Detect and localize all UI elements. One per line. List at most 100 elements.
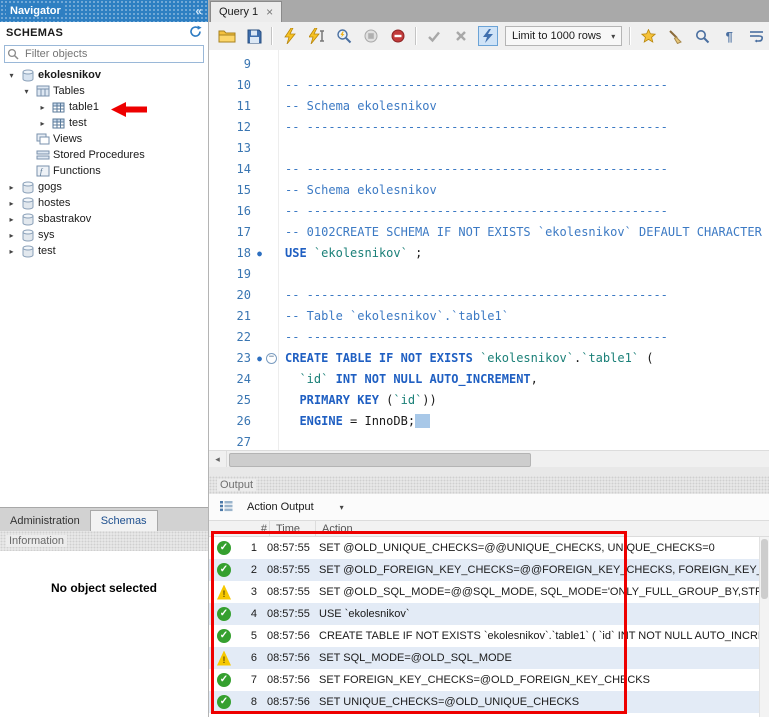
rollback-icon[interactable]	[451, 26, 471, 46]
tree-item-stored-procedures[interactable]: Stored Procedures	[0, 147, 208, 163]
expander-expanded-icon[interactable]: ▾	[6, 71, 17, 80]
output-row[interactable]: !608:57:56SET SQL_MODE=@OLD_SQL_MODE	[209, 647, 769, 669]
commit-icon[interactable]	[424, 26, 444, 46]
expander-collapsed-icon[interactable]: ▸	[37, 103, 48, 112]
fold-collapse-icon[interactable]: −	[266, 353, 277, 364]
index-column-header[interactable]: #	[243, 523, 269, 535]
tree-item-schema-test[interactable]: ▸ test	[0, 243, 208, 259]
expander-collapsed-icon[interactable]: ▸	[6, 183, 17, 192]
execute-current-statement-icon[interactable]	[307, 26, 327, 46]
code-line[interactable]	[285, 138, 769, 159]
tree-item-schema-sys[interactable]: ▸ sys	[0, 227, 208, 243]
code-line[interactable]: -- -------------------------------------…	[285, 285, 769, 306]
row-index: 2	[235, 564, 257, 576]
find-icon[interactable]	[692, 26, 712, 46]
show-invisibles-icon[interactable]: ¶	[719, 26, 739, 46]
code-line[interactable]: -- -------------------------------------…	[285, 75, 769, 96]
code-line[interactable]: -- -------------------------------------…	[285, 201, 769, 222]
code-line[interactable]: USE `ekolesnikov` ;	[285, 243, 769, 264]
row-time: 08:57:55	[267, 542, 313, 554]
code-line[interactable]: ENGINE = InnoDB;	[285, 411, 769, 432]
sql-editor[interactable]: 9101112131415161718●1920212223●−24252627…	[209, 50, 769, 450]
tree-item-schema-hostes[interactable]: ▸ hostes	[0, 195, 208, 211]
output-row[interactable]: ✓208:57:55SET @OLD_FOREIGN_KEY_CHECKS=@@…	[209, 559, 769, 581]
tree-item-views[interactable]: Views	[0, 131, 208, 147]
wrap-text-icon[interactable]	[746, 26, 766, 46]
row-index: 7	[235, 674, 257, 686]
query-editor-area: Query 1 × Limit to 1000 rows ▾	[209, 0, 769, 717]
gutter-line: 25	[209, 390, 278, 411]
code-line[interactable]: -- Schema ekolesnikov	[285, 180, 769, 201]
gutter-line: 15	[209, 180, 278, 201]
tree-item-tables[interactable]: ▾ Tables	[0, 83, 208, 99]
output-row[interactable]: ✓108:57:55SET @OLD_UNIQUE_CHECKS=@@UNIQU…	[209, 537, 769, 559]
tab-schemas[interactable]: Schemas	[90, 510, 158, 532]
code-line[interactable]: -- -------------------------------------…	[285, 327, 769, 348]
expander-collapsed-icon[interactable]: ▸	[6, 231, 17, 240]
output-row[interactable]: ✓708:57:56SET FOREIGN_KEY_CHECKS=@OLD_FO…	[209, 669, 769, 691]
tab-administration[interactable]: Administration	[0, 511, 90, 532]
tree-item-table-test[interactable]: ▸ test	[0, 115, 208, 131]
tree-item-schema-sbastrakov[interactable]: ▸ sbastrakov	[0, 211, 208, 227]
expander-collapsed-icon[interactable]: ▸	[6, 199, 17, 208]
code-line[interactable]: -- 0102CREATE SCHEMA IF NOT EXISTS `ekol…	[285, 222, 769, 243]
autocommit-toggle-icon[interactable]	[478, 26, 498, 46]
filter-objects-input[interactable]	[4, 45, 204, 63]
stop-on-error-toggle-icon[interactable]	[388, 26, 408, 46]
save-script-icon[interactable]	[244, 26, 264, 46]
code-line[interactable]: -- Table `ekolesnikov`.`table1`	[285, 306, 769, 327]
chevron-down-icon: ▾	[340, 503, 344, 512]
code-line[interactable]: `id` INT NOT NULL AUTO_INCREMENT,	[285, 369, 769, 390]
tab-query1[interactable]: Query 1 ×	[210, 1, 282, 22]
open-script-icon[interactable]	[217, 26, 237, 46]
code-line[interactable]: CREATE TABLE IF NOT EXISTS `ekolesnikov`…	[285, 348, 769, 369]
row-time: 08:57:56	[267, 652, 313, 664]
output-row[interactable]: ✓808:57:56SET UNIQUE_CHECKS=@OLD_UNIQUE_…	[209, 691, 769, 713]
output-vertical-scrollbar[interactable]	[759, 537, 769, 717]
row-limit-label: Limit to 1000 rows	[512, 30, 601, 42]
row-index: 6	[235, 652, 257, 664]
tree-label: Tables	[53, 85, 85, 97]
action-column-header[interactable]: Action	[315, 521, 769, 536]
output-row[interactable]: ✓408:57:55USE `ekolesnikov`	[209, 603, 769, 625]
code-line[interactable]: -- Schema ekolesnikov	[285, 96, 769, 117]
refresh-schemas-icon[interactable]	[189, 25, 202, 41]
output-panel-header: Output	[209, 476, 769, 494]
editor-code[interactable]: -- -------------------------------------…	[279, 50, 769, 450]
tree-item-schema-gogs[interactable]: ▸ gogs	[0, 179, 208, 195]
row-action: USE `ekolesnikov`	[319, 608, 769, 620]
code-line[interactable]: -- -------------------------------------…	[285, 159, 769, 180]
explain-plan-icon[interactable]	[334, 26, 354, 46]
tree-item-table1[interactable]: ▸ table1	[0, 99, 208, 115]
collapse-panel-icon[interactable]: «	[195, 4, 202, 18]
save-snippet-icon[interactable]	[638, 26, 658, 46]
scroll-left-icon[interactable]: ◂	[209, 451, 227, 468]
expander-collapsed-icon[interactable]: ▸	[6, 247, 17, 256]
expander-expanded-icon[interactable]: ▾	[21, 87, 32, 96]
tree-item-functions[interactable]: f Functions	[0, 163, 208, 179]
close-tab-icon[interactable]: ×	[266, 7, 273, 17]
beautify-script-icon[interactable]	[665, 26, 685, 46]
code-line[interactable]	[285, 264, 769, 285]
code-line[interactable]: -- -------------------------------------…	[285, 117, 769, 138]
output-row[interactable]: !308:57:55SET @OLD_SQL_MODE=@@SQL_MODE, …	[209, 581, 769, 603]
row-limit-dropdown[interactable]: Limit to 1000 rows ▾	[505, 26, 622, 46]
code-line[interactable]: PRIMARY KEY (`id`))	[285, 390, 769, 411]
schemas-section-header: SCHEMAS	[0, 22, 208, 44]
row-action: SET @OLD_FOREIGN_KEY_CHECKS=@@FOREIGN_KE…	[319, 564, 769, 576]
output-view-select[interactable]: Action Output ▾	[241, 499, 350, 515]
output-row[interactable]: ✓508:57:56CREATE TABLE IF NOT EXISTS `ek…	[209, 625, 769, 647]
line-number: 21	[209, 306, 254, 327]
execute-script-icon[interactable]	[280, 26, 300, 46]
horizontal-scrollbar-thumb[interactable]	[229, 453, 531, 467]
code-line[interactable]	[285, 432, 769, 450]
editor-horizontal-scrollbar[interactable]: ◂	[209, 450, 769, 468]
time-column-header[interactable]: Time	[269, 521, 315, 536]
expander-collapsed-icon[interactable]: ▸	[37, 119, 48, 128]
expander-collapsed-icon[interactable]: ▸	[6, 215, 17, 224]
panel-splitter[interactable]	[209, 467, 769, 476]
code-line[interactable]	[285, 54, 769, 75]
stop-query-icon[interactable]	[361, 26, 381, 46]
vertical-scrollbar-thumb[interactable]	[761, 539, 768, 599]
tree-item-schema-ekolesnikov[interactable]: ▾ ekolesnikov	[0, 67, 208, 83]
